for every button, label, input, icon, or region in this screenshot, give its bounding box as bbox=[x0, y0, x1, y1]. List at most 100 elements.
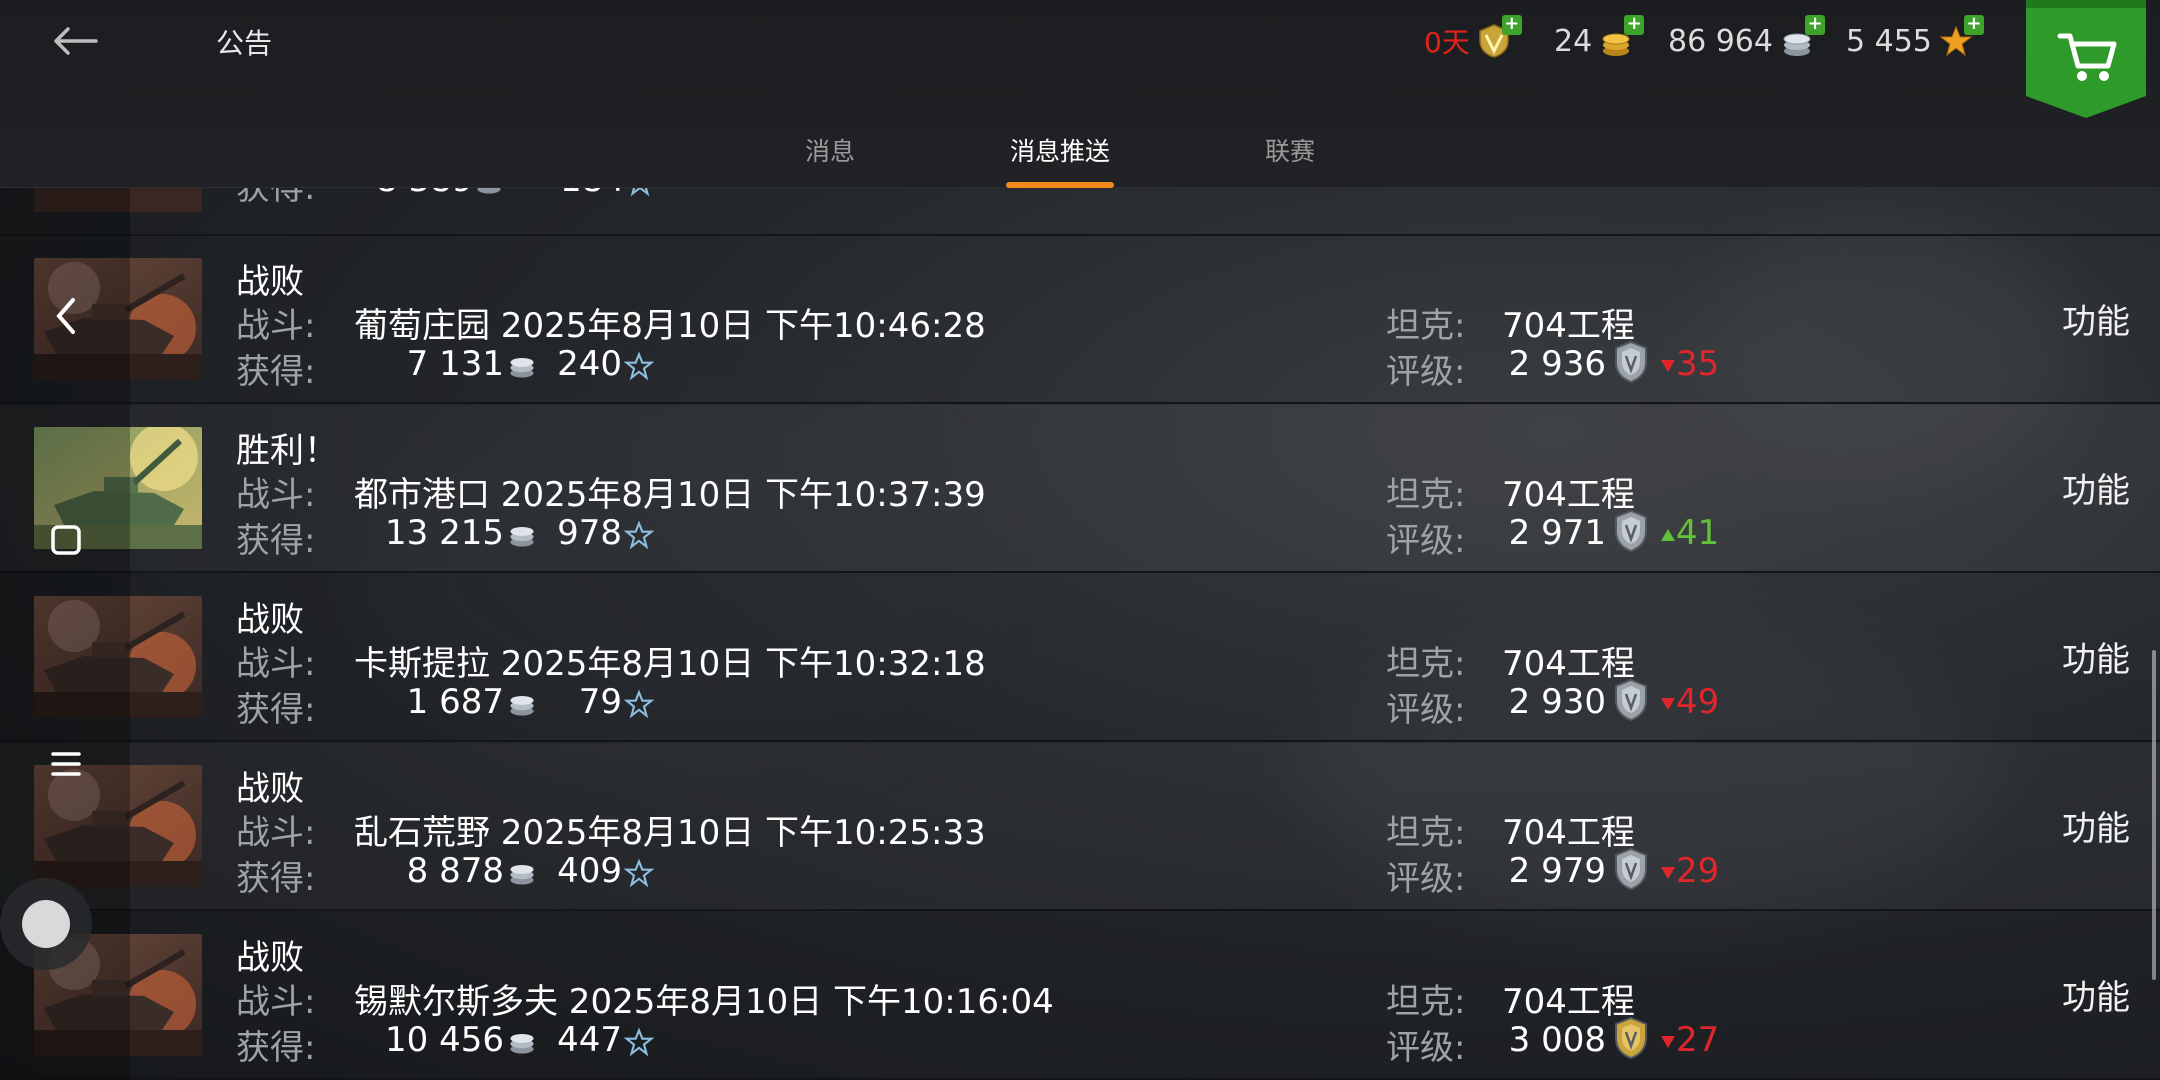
xp-earned: 184 bbox=[560, 188, 655, 200]
square-icon bbox=[51, 525, 81, 555]
arrow-down-icon bbox=[1661, 359, 1675, 372]
rating-value: 2 979 bbox=[1508, 851, 1606, 891]
battle-result: 战败 bbox=[236, 938, 304, 978]
rating-label: 评级: bbox=[1386, 521, 1466, 561]
xp-earned: 240 bbox=[557, 344, 622, 384]
add-free-xp-icon[interactable]: + bbox=[1963, 15, 1984, 35]
arrow-down-icon bbox=[1661, 866, 1675, 879]
gold-balance[interactable]: 24 + bbox=[1554, 15, 1645, 64]
earned-label: 获得: bbox=[236, 521, 316, 561]
star-outline-icon bbox=[624, 344, 654, 384]
earned-label: 获得: bbox=[236, 1028, 316, 1068]
rating-badge-icon bbox=[1612, 1016, 1650, 1060]
rating-label: 评级: bbox=[1386, 352, 1466, 392]
battle-result: 胜利！ bbox=[236, 431, 338, 471]
credits-balance[interactable]: 86 964 + bbox=[1668, 15, 1825, 64]
floating-assistive-button[interactable] bbox=[0, 878, 92, 970]
credits-earned: 10 456 bbox=[385, 1020, 504, 1060]
menu-icon bbox=[51, 752, 81, 776]
rating-change: 41 bbox=[1660, 513, 1719, 553]
credits-earned: 7 131 bbox=[406, 344, 504, 384]
star-outline-icon bbox=[624, 682, 654, 722]
credits-amount: 86 964 bbox=[1668, 23, 1773, 59]
battle-result: 战败 bbox=[236, 600, 304, 640]
rating-change: 35 bbox=[1660, 344, 1719, 384]
rating-value: 3 008 bbox=[1508, 1020, 1606, 1060]
star-outline-icon bbox=[624, 513, 654, 553]
function-button[interactable]: 功能 bbox=[2062, 463, 2130, 512]
scrollbar[interactable] bbox=[2152, 650, 2156, 980]
rating-change: 27 bbox=[1660, 1020, 1719, 1060]
battle-result: 战败 bbox=[236, 769, 304, 809]
premium-days: 0天 bbox=[1424, 26, 1470, 59]
rating-label: 评级: bbox=[1386, 1028, 1466, 1068]
free-xp-amount: 5 455 bbox=[1846, 23, 1932, 59]
tab-messages[interactable]: 消息 bbox=[790, 132, 870, 168]
active-tab-indicator bbox=[1006, 182, 1114, 188]
function-button[interactable]: 功能 bbox=[2062, 294, 2130, 343]
premium-account[interactable]: 0天 + bbox=[1424, 15, 1522, 64]
battle-label: 战斗: bbox=[236, 982, 316, 1022]
nav-home-button[interactable] bbox=[44, 518, 88, 562]
battle-row[interactable]: 战败 战斗: 乱石荒野 2025年8月10日 下午10:25:33 获得: 8 878 4… bbox=[0, 743, 2160, 911]
earned-label: 获得: bbox=[236, 690, 316, 730]
battle-label: 战斗: bbox=[236, 475, 316, 515]
back-button[interactable] bbox=[40, 14, 110, 68]
silver-coins-icon bbox=[477, 188, 501, 194]
function-button[interactable]: 功能 bbox=[2062, 801, 2130, 850]
star-outline-icon bbox=[624, 851, 654, 891]
rating-label: 评级: bbox=[1386, 859, 1466, 899]
earned-label: 获得: bbox=[236, 352, 316, 392]
map-and-time: 锡默尔斯多夫 2025年8月10日 下午10:16:04 bbox=[354, 982, 1054, 1022]
tank-label: 坦克: bbox=[1386, 306, 1466, 346]
battle-result: 战败 bbox=[236, 262, 304, 302]
top-bar: 公告 0天 + 24 + 86 964 + 5 455 + 消息 消息推送 联赛 bbox=[0, 0, 2160, 188]
xp-earned: 447 bbox=[557, 1020, 622, 1060]
battle-row[interactable]: 战败 战斗: 卡斯提拉 2025年8月10日 下午10:32:18 获得: 1 687 7… bbox=[0, 574, 2160, 742]
earned-label: 获得: bbox=[236, 188, 316, 208]
chevron-left-icon bbox=[56, 298, 75, 334]
function-button[interactable]: 功能 bbox=[2062, 970, 2130, 1019]
rating-change: 29 bbox=[1660, 851, 1719, 891]
rating-label: 评级: bbox=[1386, 690, 1466, 730]
star-icon: + bbox=[1938, 15, 1984, 59]
add-gold-icon[interactable]: + bbox=[1624, 15, 1645, 35]
function-button[interactable]: 功能 bbox=[2062, 632, 2130, 681]
list-item[interactable]: 获得: 8 389 184 bbox=[0, 188, 2160, 236]
rating-value: 2 936 bbox=[1508, 344, 1606, 384]
nav-menu-button[interactable] bbox=[44, 742, 88, 786]
star-outline-icon bbox=[630, 188, 650, 196]
shop-button[interactable] bbox=[2026, 0, 2146, 118]
tab-bar: 消息 消息推送 联赛 bbox=[0, 124, 2160, 188]
battle-row[interactable]: 战败 战斗: 锡默尔斯多夫 2025年8月10日 下午10:16:04 获得: 10 4… bbox=[0, 912, 2160, 1080]
map-and-time: 都市港口 2025年8月10日 下午10:37:39 bbox=[354, 475, 986, 515]
floating-ball-icon bbox=[22, 900, 70, 948]
arrow-left-icon bbox=[54, 27, 98, 55]
star-outline-icon bbox=[624, 1020, 654, 1060]
map-and-time: 乱石荒野 2025年8月10日 下午10:25:33 bbox=[354, 813, 986, 853]
page-title: 公告 bbox=[216, 27, 273, 60]
premium-badge-icon: + bbox=[1476, 15, 1522, 59]
tank-label: 坦克: bbox=[1386, 982, 1466, 1022]
nav-back-button[interactable] bbox=[44, 294, 88, 338]
rating-badge-icon bbox=[1612, 509, 1650, 553]
rating-badge-icon bbox=[1612, 847, 1650, 891]
map-and-time: 葡萄庄园 2025年8月10日 下午10:46:28 bbox=[354, 306, 986, 346]
rating-value: 2 971 bbox=[1508, 513, 1606, 553]
tank-label: 坦克: bbox=[1386, 813, 1466, 853]
add-credits-icon[interactable]: + bbox=[1804, 15, 1825, 35]
credits-earned: 8 389 bbox=[376, 188, 505, 200]
gold-amount: 24 bbox=[1554, 23, 1593, 59]
credits-earned: 13 215 bbox=[385, 513, 504, 553]
tank-label: 坦克: bbox=[1386, 644, 1466, 684]
free-xp-balance[interactable]: 5 455 + bbox=[1846, 15, 1984, 64]
gold-coins-icon: + bbox=[1598, 15, 1645, 59]
battle-row[interactable]: 胜利！ 战斗: 都市港口 2025年8月10日 下午10:37:39 获得: 13 21… bbox=[0, 405, 2160, 573]
tab-league[interactable]: 联赛 bbox=[1250, 132, 1330, 168]
battle-row[interactable]: 战败 战斗: 葡萄庄园 2025年8月10日 下午10:46:28 获得: 7 131 2… bbox=[0, 236, 2160, 404]
tab-notifications[interactable]: 消息推送 bbox=[1000, 132, 1120, 168]
battle-label: 战斗: bbox=[236, 306, 316, 346]
notification-list[interactable]: 获得: 8 389 184 战败战斗:葡萄庄园 2025年8月10日 下午10:… bbox=[0, 188, 2160, 1080]
add-premium-icon[interactable]: + bbox=[1501, 15, 1522, 35]
battle-label: 战斗: bbox=[236, 813, 316, 853]
